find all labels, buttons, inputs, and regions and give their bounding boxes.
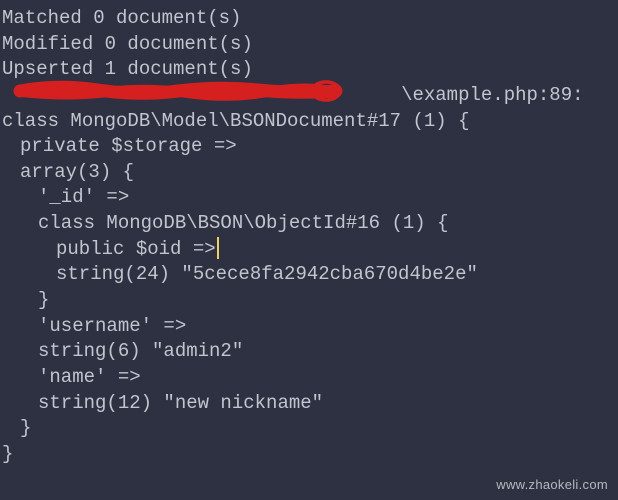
username-key: 'username' => xyxy=(2,314,616,340)
close-brace-1: } xyxy=(2,288,616,314)
name-key: 'name' => xyxy=(2,365,616,391)
output-path: XXXXXXXXXXXXXXXXXXXXXXXXXXXXXXXXXXX\exam… xyxy=(2,83,616,109)
oid-class: class MongoDB\BSON\ObjectId#16 (1) { xyxy=(2,211,616,237)
output-modified: Modified 0 document(s) xyxy=(2,32,616,58)
oid-public-line: public $oid => xyxy=(2,237,616,263)
text-cursor xyxy=(217,237,219,259)
storage-line: private $storage => xyxy=(2,134,616,160)
close-brace-3: } xyxy=(2,442,616,468)
output-upserted: Upserted 1 document(s) xyxy=(2,57,616,83)
class-line: class MongoDB\Model\BSONDocument#17 (1) … xyxy=(2,109,616,135)
id-key: '_id' => xyxy=(2,185,616,211)
oid-public: public $oid => xyxy=(56,238,216,260)
watermark: www.zhaokeli.com xyxy=(496,476,608,494)
output-matched: Matched 0 document(s) xyxy=(2,6,616,32)
array-open: array(3) { xyxy=(2,160,616,186)
username-val: string(6) "admin2" xyxy=(2,339,616,365)
close-brace-2: } xyxy=(2,416,616,442)
oid-string: string(24) "5cece8fa2942cba670d4be2e" xyxy=(2,262,616,288)
name-val: string(12) "new nickname" xyxy=(2,391,616,417)
path-suffix: \example.php:89: xyxy=(401,84,583,106)
